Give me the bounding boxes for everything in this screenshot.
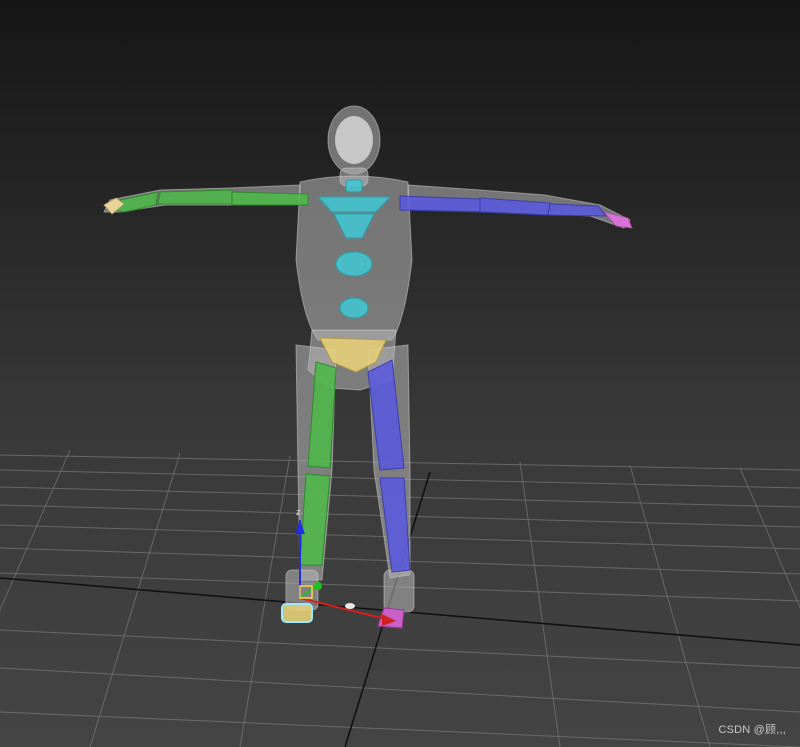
gizmo-y-handle[interactable]: [314, 582, 322, 590]
gizmo-z-label: z: [296, 507, 301, 517]
watermark: CSDN @顾,,,: [718, 724, 786, 736]
3d-viewport[interactable]: z CSDN @顾,,,: [0, 0, 800, 747]
pivot-marker: [345, 603, 355, 609]
biped-left-arm[interactable]: [108, 189, 309, 213]
selected-left-foot[interactable]: [281, 603, 313, 623]
viewport-canvas[interactable]: z: [0, 0, 800, 747]
face-detail: [335, 116, 373, 164]
